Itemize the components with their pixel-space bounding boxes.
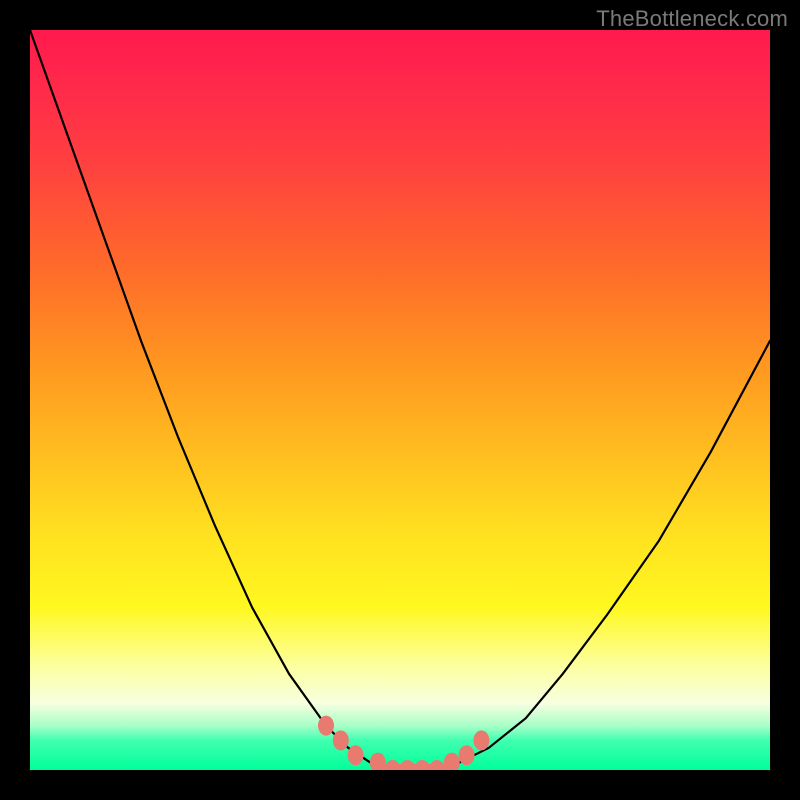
trough-marker (333, 730, 349, 750)
chart-frame: TheBottleneck.com (0, 0, 800, 800)
trough-marker (348, 745, 364, 765)
watermark-text: TheBottleneck.com (596, 6, 788, 32)
trough-marker (370, 753, 386, 770)
trough-marker (473, 730, 489, 750)
trough-marker (414, 760, 430, 770)
trough-marker (399, 760, 415, 770)
trough-marker (459, 745, 475, 765)
trough-marker (385, 760, 401, 770)
trough-marker (444, 753, 460, 770)
trough-marker (429, 760, 445, 770)
trough-marker (318, 716, 334, 736)
bottleneck-curve (30, 30, 770, 770)
plot-area (30, 30, 770, 770)
